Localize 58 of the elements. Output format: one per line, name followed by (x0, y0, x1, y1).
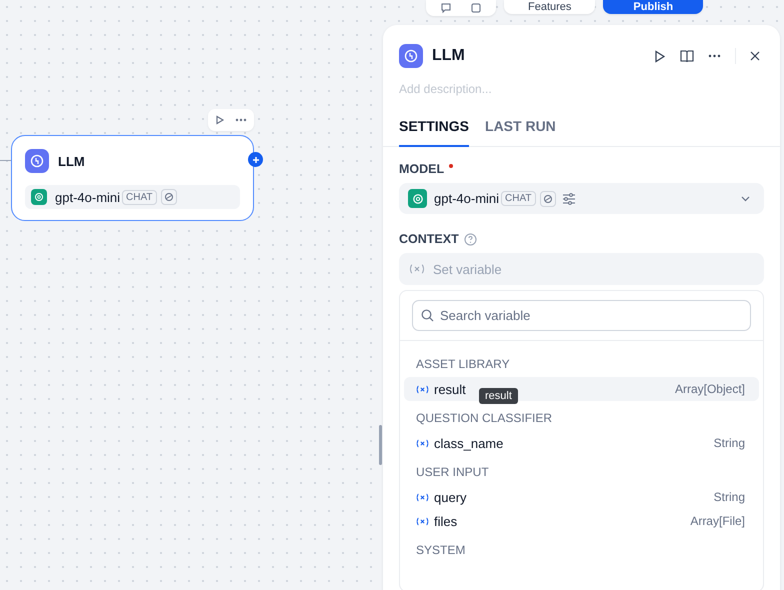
chevron-down-icon (741, 196, 750, 202)
variable-item[interactable]: files Array[File] (404, 509, 759, 533)
variable-type: String (714, 490, 745, 504)
help-icon (464, 232, 477, 246)
node-title: LLM (58, 154, 85, 168)
llm-icon (25, 149, 49, 173)
variable-icon (416, 516, 429, 526)
variable-name: class_name (434, 436, 504, 450)
variable-name: result (434, 382, 466, 396)
group-title: USER INPUT (415, 465, 490, 479)
variable-item[interactable]: class_name String (404, 431, 759, 455)
publish-button[interactable]: Publish (603, 0, 704, 14)
window-icon[interactable] (470, 2, 482, 14)
play-icon[interactable] (654, 50, 666, 62)
model-name: gpt-4o-mini (434, 191, 500, 206)
variable-icon (409, 264, 425, 274)
variable-icon (416, 384, 429, 394)
connector-line (0, 160, 11, 161)
group-title: ASSET LIBRARY (415, 357, 511, 371)
llm-icon (399, 44, 423, 68)
book-icon[interactable] (680, 50, 694, 62)
variable-type: Array[File] (690, 514, 745, 528)
model-select[interactable]: gpt-4o-mini CHAT (399, 183, 764, 214)
search-field[interactable]: Search variable (412, 300, 751, 331)
model-logo-icon (31, 189, 47, 205)
more-icon[interactable] (708, 54, 721, 58)
mode-tag: CHAT (122, 190, 157, 204)
field-label: CONTEXT (399, 232, 459, 246)
variable-name: query (434, 490, 467, 504)
vision-icon (160, 189, 177, 205)
tooltip: result (479, 388, 518, 404)
variable-icon (416, 438, 429, 448)
mode-tag: CHAT (501, 191, 536, 206)
model-logo-icon (408, 189, 427, 208)
more-icon[interactable] (235, 118, 247, 122)
search-icon (421, 309, 434, 322)
close-icon[interactable] (750, 51, 760, 61)
tab[interactable]: SETTINGS (399, 118, 470, 147)
placeholder-text: Set variable (433, 262, 502, 276)
group-title: QUESTION CLASSIFIER (415, 411, 554, 425)
variable-item[interactable]: query String (404, 485, 759, 509)
comment-icon[interactable] (440, 2, 452, 14)
sliders-icon[interactable] (562, 192, 576, 204)
variable-type: Array[Object] (674, 382, 745, 396)
vision-icon (540, 190, 556, 206)
play-icon[interactable] (215, 115, 225, 125)
model-name: gpt-4o-mini (55, 190, 120, 204)
resize-handle[interactable] (379, 425, 382, 465)
add-node-icon[interactable] (248, 152, 263, 167)
variable-type: String (714, 436, 745, 450)
panel-title: LLM (432, 47, 465, 65)
group-title: SYSTEM (415, 543, 466, 557)
field-label: MODEL (399, 162, 444, 176)
variable-icon (416, 492, 429, 502)
variable-name: files (434, 514, 458, 528)
features-button[interactable]: Features (504, 0, 596, 14)
llm-node[interactable]: LLM gpt-4o-mini CHAT (11, 135, 254, 221)
tab[interactable]: LAST RUN (485, 118, 556, 147)
